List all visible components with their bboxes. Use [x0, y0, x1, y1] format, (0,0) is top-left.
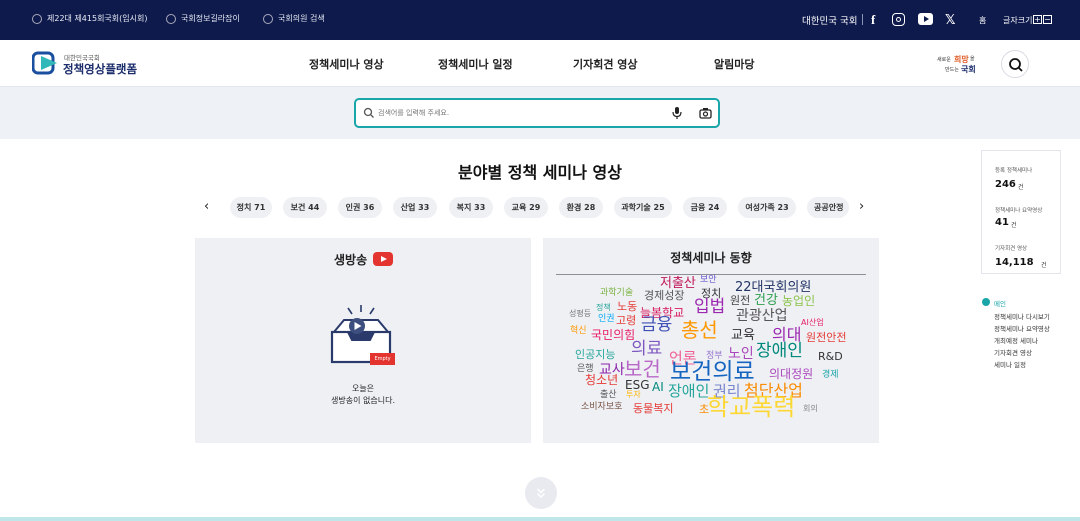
logo-title[interactable]: 정책영상플랫폼	[63, 61, 137, 77]
main-dot-icon	[982, 298, 990, 306]
nav-seminar-video[interactable]: 정책세미나 영상	[309, 56, 384, 72]
quick-link[interactable]: 정책세미나 요약영상	[994, 323, 1050, 333]
home-link[interactable]: 홈	[979, 0, 986, 40]
guide-label: 국회정보길라잡이	[181, 14, 240, 23]
session-link[interactable]: 제22대 제415회국회(임시회)	[32, 13, 147, 24]
category-chip[interactable]: 과학기술 25	[614, 197, 672, 218]
category-chip[interactable]: 보건 44	[283, 197, 327, 218]
youtube-live-icon	[373, 252, 393, 266]
platform-logo[interactable]	[31, 50, 60, 76]
quick-link[interactable]: 개최예정 세미나	[994, 335, 1038, 345]
trend-title: 정책세미나 동향	[670, 251, 752, 265]
stats-panel: 등록 정책세미나 246 건 정책세미나 요약영상 41 건 기자회견 영상 1…	[981, 150, 1061, 274]
nav-press-video[interactable]: 기자회견 영상	[573, 56, 638, 72]
live-title: 생방송	[334, 253, 368, 267]
chips-next-button[interactable]: ›	[859, 199, 864, 214]
stat-label: 등록 정책세미나	[995, 168, 1033, 174]
chips-prev-button[interactable]: ‹	[204, 199, 209, 214]
scroll-down-button[interactable]	[525, 477, 557, 509]
assembly-emblem-icon	[263, 13, 273, 24]
category-chip[interactable]: 산업 33	[393, 197, 437, 218]
slogan-text: 새로운	[937, 57, 951, 63]
category-chip[interactable]: 환경 28	[559, 197, 603, 218]
x-twitter-icon[interactable]: 𝕏	[945, 0, 955, 40]
search-input[interactable]	[378, 105, 658, 121]
assembly-home-link[interactable]: 대한민국 국회	[802, 0, 857, 40]
assembly-label: 대한민국 국회	[802, 16, 858, 27]
stat-unit: 건	[1018, 184, 1024, 191]
empty-tag: Empty	[370, 353, 395, 365]
stat-value: 41	[995, 217, 1009, 228]
nav-seminar-schedule[interactable]: 정책세미나 일정	[438, 56, 513, 72]
microphone-icon[interactable]	[671, 106, 683, 120]
facebook-icon[interactable]: f	[871, 0, 875, 40]
stat-value: 14,118	[995, 257, 1034, 268]
quick-link[interactable]: 세미나 일정	[994, 359, 1026, 369]
search-icon	[1009, 58, 1023, 72]
quick-links-head[interactable]: 메인	[994, 298, 1006, 308]
slogan-assembly: 국회	[961, 65, 976, 74]
member-search-link[interactable]: 국회의원 검색	[263, 13, 325, 24]
stat-unit: 건	[1011, 222, 1017, 229]
nav-notice[interactable]: 알림마당	[714, 56, 754, 72]
chevron-down-icon	[536, 488, 546, 499]
stat-unit: 건	[1041, 262, 1047, 269]
assembly-emblem-icon	[166, 13, 176, 24]
no-live-message: 생방송이 없습니다.	[331, 396, 395, 405]
font-size-label: 글자크기	[1003, 15, 1033, 25]
guide-link[interactable]: 국회정보길라잡이	[166, 13, 240, 24]
logo-play-icon	[31, 51, 57, 75]
main-search-box[interactable]	[354, 98, 720, 128]
font-decrease-button[interactable]: −	[1043, 15, 1052, 24]
category-chip[interactable]: 복지 33	[449, 197, 493, 218]
section-title: 분야별 정책 세미나 영상	[458, 163, 622, 182]
session-label: 제22대 제415회국회(임시회)	[47, 14, 148, 23]
font-size-control: 글자크기	[1003, 0, 1032, 40]
assembly-emblem-icon	[32, 13, 42, 24]
font-increase-button[interactable]: +	[1033, 15, 1042, 24]
stat-label: 기자회견 영상	[995, 246, 1028, 252]
divider	[862, 14, 863, 25]
instagram-icon[interactable]	[892, 13, 905, 26]
camera-icon[interactable]	[699, 107, 712, 119]
header-search-button[interactable]	[1001, 50, 1029, 78]
top-utility-bar: 제22대 제415회국회(임시회) 국회정보길라잡이 국회의원 검색 대한민국 …	[0, 0, 1080, 40]
slogan-text: 만드는	[945, 67, 959, 73]
stat-label: 정책세미나 요약영상	[995, 208, 1043, 214]
live-broadcast-card: 생방송 Empty 오늘은 생방송이 없습니다.	[195, 238, 531, 443]
search-icon	[363, 107, 374, 118]
category-chip[interactable]: 인권 36	[338, 197, 382, 218]
member-search-label: 국회의원 검색	[278, 14, 325, 23]
category-chip[interactable]: 교육 29	[504, 197, 548, 218]
quick-link[interactable]: 정책세미나 다시보기	[994, 311, 1050, 321]
assembly-slogan-logo: 새로운 희망 을 만드는 국회	[937, 54, 981, 76]
category-chip[interactable]: 공공안정	[807, 197, 849, 218]
stat-value: 246	[995, 179, 1016, 190]
no-live-message: 오늘은	[351, 384, 375, 393]
youtube-icon[interactable]	[918, 13, 933, 25]
category-chip[interactable]: 정치 71	[230, 197, 272, 218]
slogan-text: 을	[970, 56, 975, 62]
word-cloud: 저출산 보안 22대국회의원 과학기술 경제성장 정치 원전 건강 농업인 성평…	[569, 275, 847, 421]
quick-link[interactable]: 기자회견 영상	[994, 347, 1032, 357]
home-label: 홈	[979, 15, 987, 25]
category-chip[interactable]: 금융 24	[683, 197, 727, 218]
footer-edge	[0, 517, 1080, 521]
main-header: 대한민국국회 정책영상플랫폼 정책세미나 영상 정책세미나 일정 기자회견 영상…	[0, 40, 1080, 87]
seminar-trend-card: 정책세미나 동향 저출산 보안 22대국회의원 과학기술 경제성장 정치 원전 …	[543, 238, 879, 443]
category-chip[interactable]: 여성가족 23	[738, 197, 796, 218]
